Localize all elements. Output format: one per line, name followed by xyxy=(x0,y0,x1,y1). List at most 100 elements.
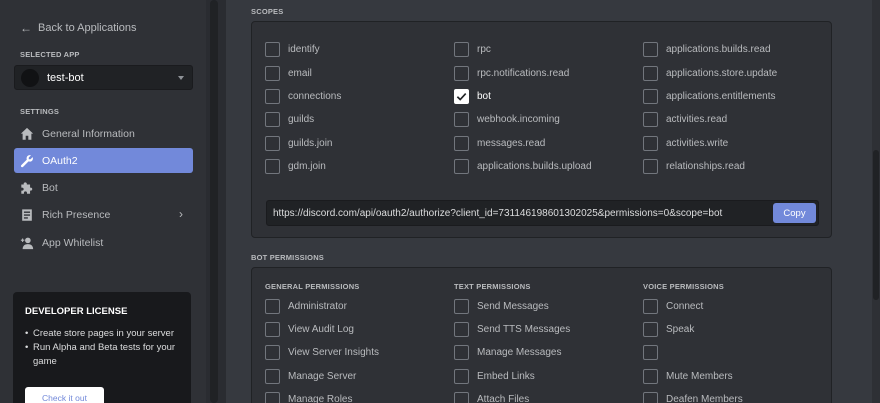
chevron-down-icon xyxy=(178,75,184,80)
checkbox-box[interactable] xyxy=(643,392,658,403)
checkbox-box[interactable] xyxy=(265,322,280,337)
scope-rpc-notifications-read-checkbox[interactable]: rpc.notifications.read xyxy=(454,66,569,81)
checkbox-box[interactable] xyxy=(643,159,658,174)
checkbox-box[interactable] xyxy=(265,42,280,57)
perm-manage-server-checkbox[interactable]: Manage Server xyxy=(265,369,356,384)
perm-embed-links-checkbox[interactable]: Embed Links xyxy=(454,369,535,384)
checkbox-box[interactable] xyxy=(265,136,280,151)
perm-deafen-members-checkbox[interactable]: Deafen Members xyxy=(643,392,743,403)
perm-label: Mute Members xyxy=(666,371,733,382)
checkbox-box[interactable] xyxy=(643,299,658,314)
checkbox-box[interactable] xyxy=(643,89,658,104)
scope-gdm-join-checkbox[interactable]: gdm.join xyxy=(265,159,326,174)
scope-guilds-join-checkbox[interactable]: guilds.join xyxy=(265,136,332,151)
perm-manage-roles-checkbox[interactable]: Manage Roles xyxy=(265,392,352,403)
scope-guilds-checkbox[interactable]: guilds xyxy=(265,112,314,127)
perm-unlabeled-checkbox[interactable] xyxy=(643,345,666,360)
scopes-heading: SCOPES xyxy=(251,7,284,16)
checkbox-box[interactable] xyxy=(454,345,469,360)
perm-connect-checkbox[interactable]: Connect xyxy=(643,299,703,314)
app-selector[interactable]: test-bot xyxy=(14,65,193,90)
perm-send-tts-messages-checkbox[interactable]: Send TTS Messages xyxy=(454,322,570,337)
checkbox-box[interactable] xyxy=(643,42,658,57)
avatar xyxy=(21,68,39,87)
checkbox-box[interactable] xyxy=(265,369,280,384)
oauth-url-text[interactable]: https://discord.com/api/oauth2/authorize… xyxy=(273,208,773,219)
back-to-applications-link[interactable]: ← Back to Applications xyxy=(20,20,136,36)
checkbox-box[interactable] xyxy=(643,112,658,127)
perm-administrator-checkbox[interactable]: Administrator xyxy=(265,299,347,314)
selected-app-heading: SELECTED APP xyxy=(20,50,80,59)
main-scrollbar-thumb[interactable] xyxy=(873,150,879,300)
scope-applications-entitlements-checkbox[interactable]: applications.entitlements xyxy=(643,89,776,104)
checkbox-box[interactable] xyxy=(265,66,280,81)
scope-activities-read-checkbox[interactable]: activities.read xyxy=(643,112,727,127)
perm-label: Send Messages xyxy=(477,301,549,312)
developer-license-card: DEVELOPER LICENSE Create store pages in … xyxy=(13,292,191,403)
perm-attach-files-checkbox[interactable]: Attach Files xyxy=(454,392,529,403)
home-icon xyxy=(20,127,34,141)
checkbox-box[interactable] xyxy=(454,369,469,384)
scope-identify-checkbox[interactable]: identify xyxy=(265,42,320,57)
scope-applications-store-update-checkbox[interactable]: applications.store.update xyxy=(643,66,777,81)
perm-manage-messages-checkbox[interactable]: Manage Messages xyxy=(454,345,562,360)
checkbox-box-checked[interactable] xyxy=(454,89,469,104)
checkbox-box[interactable] xyxy=(454,136,469,151)
checkbox-box[interactable] xyxy=(454,66,469,81)
oauth-url-field[interactable]: https://discord.com/api/oauth2/authorize… xyxy=(266,200,819,226)
scope-label: applications.store.update xyxy=(666,68,778,79)
sidebar-item-oauth2[interactable]: OAuth2 xyxy=(14,148,193,173)
bot-permissions-panel: GENERAL PERMISSIONS TEXT PERMISSIONS VOI… xyxy=(251,267,832,403)
checkbox-box[interactable] xyxy=(454,299,469,314)
scope-bot-checkbox[interactable]: bot xyxy=(454,89,491,104)
perm-label: Manage Messages xyxy=(477,347,562,358)
sidebar-item-label: Bot xyxy=(42,181,58,194)
scope-activities-write-checkbox[interactable]: activities.write xyxy=(643,136,728,151)
perm-view-audit-log-checkbox[interactable]: View Audit Log xyxy=(265,322,354,337)
document-icon xyxy=(20,208,34,222)
checkbox-box[interactable] xyxy=(643,369,658,384)
scope-rpc-checkbox[interactable]: rpc xyxy=(454,42,491,57)
checkbox-box[interactable] xyxy=(454,392,469,403)
check-it-out-button[interactable]: Check it out xyxy=(25,387,104,403)
perm-send-messages-checkbox[interactable]: Send Messages xyxy=(454,299,549,314)
checkbox-box[interactable] xyxy=(643,345,658,360)
scopes-panel: identify email connections guilds guilds… xyxy=(251,21,832,238)
copy-button[interactable]: Copy xyxy=(773,203,816,223)
checkbox-box[interactable] xyxy=(454,322,469,337)
scope-applications-builds-read-checkbox[interactable]: applications.builds.read xyxy=(643,42,771,57)
checkbox-box[interactable] xyxy=(265,345,280,360)
scope-label: guilds.join xyxy=(288,138,333,149)
checkbox-box[interactable] xyxy=(643,136,658,151)
checkbox-box[interactable] xyxy=(265,392,280,403)
checkbox-box[interactable] xyxy=(454,112,469,127)
perm-label: Speak xyxy=(666,324,695,335)
license-bullets: Create store pages in your server Run Al… xyxy=(25,327,179,369)
sidebar-item-label: General Information xyxy=(42,127,135,140)
sidebar-item-app-whitelist[interactable]: App Whitelist xyxy=(14,230,193,255)
sidebar-item-general-information[interactable]: General Information xyxy=(14,121,193,146)
scope-connections-checkbox[interactable]: connections xyxy=(265,89,341,104)
scope-messages-read-checkbox[interactable]: messages.read xyxy=(454,136,545,151)
scope-relationships-read-checkbox[interactable]: relationships.read xyxy=(643,159,745,174)
sidebar-item-bot[interactable]: Bot xyxy=(14,175,193,200)
puzzle-icon xyxy=(20,181,34,195)
checkbox-box[interactable] xyxy=(643,322,658,337)
perm-mute-members-checkbox[interactable]: Mute Members xyxy=(643,369,733,384)
perm-view-server-insights-checkbox[interactable]: View Server Insights xyxy=(265,345,379,360)
scope-email-checkbox[interactable]: email xyxy=(265,66,312,81)
scope-applications-builds-upload-checkbox[interactable]: applications.builds.upload xyxy=(454,159,592,174)
checkbox-box[interactable] xyxy=(265,112,280,127)
checkbox-box[interactable] xyxy=(454,42,469,57)
perm-speak-checkbox[interactable]: Speak xyxy=(643,322,694,337)
perm-label: View Audit Log xyxy=(288,324,354,335)
checkbox-box[interactable] xyxy=(265,89,280,104)
checkbox-box[interactable] xyxy=(643,66,658,81)
scope-webhook-incoming-checkbox[interactable]: webhook.incoming xyxy=(454,112,560,127)
sidebar-item-rich-presence[interactable]: Rich Presence › xyxy=(14,202,193,227)
checkbox-box[interactable] xyxy=(454,159,469,174)
checkbox-box[interactable] xyxy=(265,159,280,174)
sidebar-item-label: App Whitelist xyxy=(42,236,104,249)
checkbox-box[interactable] xyxy=(265,299,280,314)
sidebar-scrollbar[interactable] xyxy=(210,0,218,403)
